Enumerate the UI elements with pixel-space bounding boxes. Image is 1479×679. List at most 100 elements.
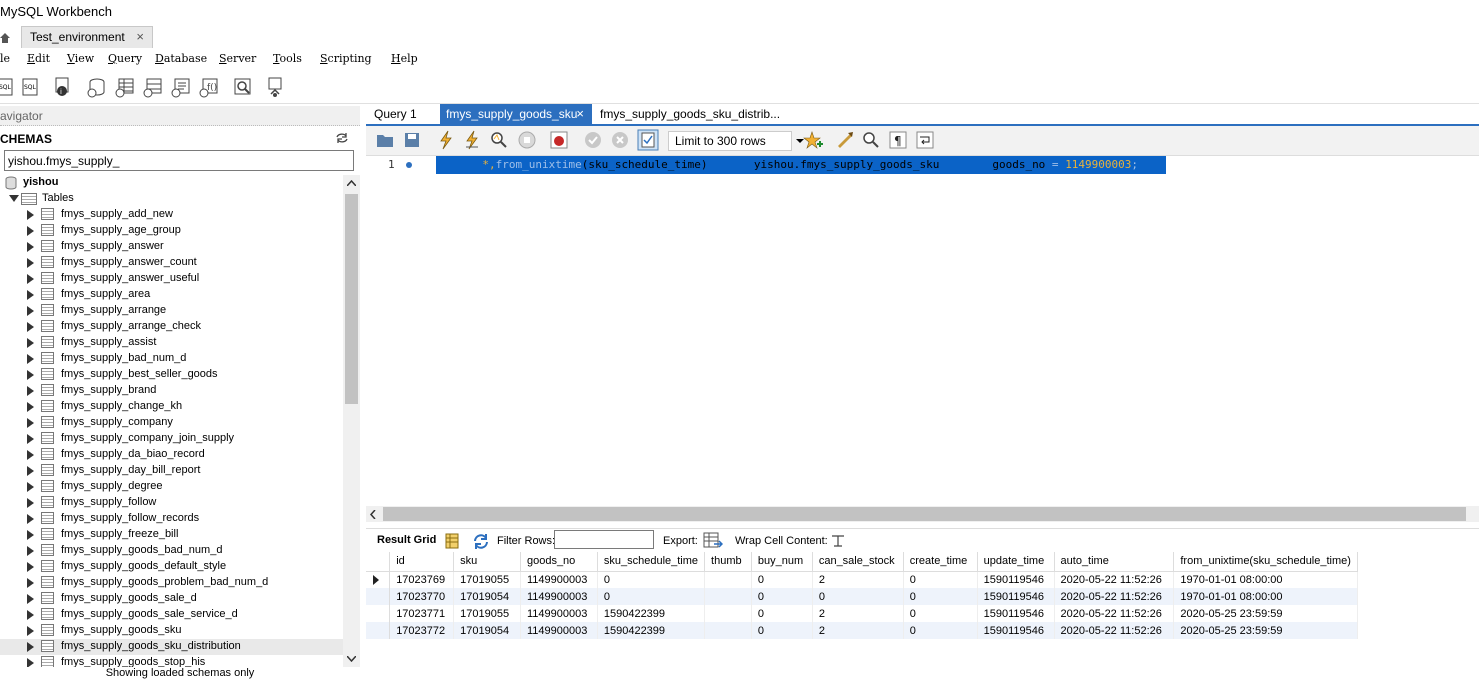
table-cell[interactable]: 0 — [903, 605, 978, 622]
expand-arrow-icon[interactable] — [27, 290, 34, 300]
table-cell[interactable]: 1590119546 — [977, 588, 1055, 605]
table-item[interactable]: fmys_supply_company_join_supply — [0, 431, 343, 447]
table-cell[interactable] — [704, 588, 752, 605]
table-item[interactable]: fmys_supply_assist — [0, 335, 343, 351]
table-row[interactable]: 17023771 17019055 1149900003 1590422399 0 2 0 1… — [366, 605, 1358, 622]
create-view-icon[interactable] — [142, 76, 164, 98]
table-cell[interactable]: 1590119546 — [977, 605, 1055, 622]
table-cell[interactable]: 0 — [751, 605, 813, 622]
table-item[interactable]: fmys_supply_arrange — [0, 303, 343, 319]
expand-arrow-icon[interactable] — [27, 322, 34, 332]
table-cell[interactable]: 2 — [812, 622, 904, 639]
expand-arrow-icon[interactable] — [27, 594, 34, 604]
create-function-icon[interactable]: f() — [198, 76, 220, 98]
sql-editor[interactable] — [366, 156, 1479, 506]
editor-hscroll-thumb[interactable] — [383, 507, 1466, 521]
column-header[interactable]: buy_num — [751, 552, 813, 572]
table-cell[interactable]: 2020-05-22 11:52:26 — [1054, 571, 1175, 588]
open-folder-icon[interactable] — [376, 132, 394, 148]
execute-icon[interactable] — [438, 130, 454, 150]
table-cell[interactable]: 2020-05-22 11:52:26 — [1054, 622, 1175, 639]
table-cell[interactable]: 0 — [812, 588, 904, 605]
table-cell[interactable]: 1590119546 — [977, 622, 1055, 639]
row-header[interactable] — [366, 588, 391, 605]
column-header[interactable]: update_time — [977, 552, 1055, 572]
table-cell[interactable]: 1590422399 — [597, 622, 706, 639]
expand-arrow-icon[interactable] — [27, 482, 34, 492]
expand-arrow-icon[interactable] — [27, 546, 34, 556]
column-header[interactable]: auto_time — [1054, 552, 1175, 572]
menu-file[interactable]: le — [0, 52, 10, 65]
menu-view[interactable]: View — [67, 52, 94, 65]
table-cell[interactable]: 17023770 — [389, 588, 455, 605]
expand-arrow-icon[interactable] — [27, 226, 34, 236]
menu-tools[interactable]: Tools — [273, 52, 302, 65]
table-cell[interactable]: 17023772 — [389, 622, 455, 639]
table-cell[interactable]: 2 — [812, 605, 904, 622]
table-item[interactable]: fmys_supply_freeze_bill — [0, 527, 343, 543]
table-cell[interactable]: 2020-05-22 11:52:26 — [1054, 605, 1175, 622]
column-header[interactable]: id — [389, 552, 455, 572]
table-item[interactable]: fmys_supply_follow — [0, 495, 343, 511]
create-procedure-icon[interactable] — [170, 76, 192, 98]
create-table-icon[interactable] — [114, 76, 136, 98]
expand-arrow-icon[interactable] — [27, 370, 34, 380]
close-icon[interactable]: × — [576, 106, 584, 121]
table-cell[interactable]: 0 — [903, 622, 978, 639]
scroll-up-icon[interactable] — [347, 180, 356, 186]
menu-query[interactable]: Query — [108, 52, 142, 65]
expand-arrow-icon[interactable] — [27, 530, 34, 540]
column-header[interactable]: thumb — [704, 552, 752, 572]
table-item[interactable]: fmys_supply_answer — [0, 239, 343, 255]
table-cell[interactable]: 1590422399 — [597, 605, 706, 622]
table-cell[interactable] — [704, 622, 752, 639]
table-cell[interactable]: 1149900003 — [520, 571, 598, 588]
expand-arrow-icon[interactable] — [27, 626, 34, 636]
expand-arrow-icon[interactable] — [27, 418, 34, 428]
table-item[interactable]: fmys_supply_arrange_check — [0, 319, 343, 335]
table-cell[interactable]: 1970-01-01 08:00:00 — [1173, 571, 1358, 588]
expand-arrow-icon[interactable] — [9, 195, 19, 202]
table-item[interactable]: fmys_supply_goods_sku — [0, 623, 343, 639]
commit-icon[interactable] — [584, 131, 602, 149]
table-cell[interactable]: 2020-05-25 23:59:59 — [1173, 622, 1358, 639]
reconnect-icon[interactable] — [264, 76, 286, 98]
table-cell[interactable]: 17019055 — [453, 571, 521, 588]
menu-scripting[interactable]: Scripting — [320, 52, 372, 65]
expand-arrow-icon[interactable] — [27, 578, 34, 588]
beautify-icon[interactable] — [836, 131, 854, 149]
tab-query-1[interactable]: Query 1 — [368, 104, 423, 126]
expand-arrow-icon[interactable] — [27, 386, 34, 396]
table-cell[interactable]: 0 — [751, 588, 813, 605]
search-table-data-icon[interactable] — [232, 76, 254, 98]
row-header[interactable] — [366, 605, 391, 622]
tab-fmys-supply-goods-sku[interactable]: fmys_supply_goods_sku × — [440, 104, 592, 126]
expand-arrow-icon[interactable] — [27, 402, 34, 412]
expand-arrow-icon[interactable] — [27, 354, 34, 364]
table-cell[interactable] — [704, 605, 752, 622]
table-item[interactable]: fmys_supply_best_seller_goods — [0, 367, 343, 383]
table-row[interactable]: 17023770 17019054 1149900003 0 0 0 0 1590119546… — [366, 588, 1358, 605]
table-item[interactable]: fmys_supply_goods_default_style — [0, 559, 343, 575]
refresh-results-icon[interactable] — [472, 533, 490, 549]
filter-rows-input[interactable] — [554, 530, 654, 549]
result-grid-label[interactable]: Result Grid — [377, 534, 436, 546]
table-item[interactable]: fmys_supply_area — [0, 287, 343, 303]
tab-fmys-supply-goods-sku-distrib[interactable]: fmys_supply_goods_sku_distrib... — [594, 104, 786, 126]
expand-arrow-icon[interactable] — [27, 258, 34, 268]
expand-arrow-icon[interactable] — [27, 514, 34, 524]
expand-arrow-icon[interactable] — [27, 434, 34, 444]
table-item[interactable]: fmys_supply_bad_num_d — [0, 351, 343, 367]
explain-icon[interactable] — [490, 131, 508, 149]
column-header[interactable]: create_time — [903, 552, 978, 572]
schema-inspector-icon[interactable]: i — [52, 76, 74, 98]
table-item[interactable]: fmys_supply_add_new — [0, 207, 343, 223]
grid-view-icon[interactable] — [445, 533, 459, 549]
row-header[interactable] — [366, 571, 391, 588]
table-cell[interactable]: 0 — [597, 571, 706, 588]
limit-rows-select[interactable]: Limit to 300 rows — [668, 131, 792, 151]
export-icon[interactable] — [703, 532, 723, 550]
table-cell[interactable]: 17019054 — [453, 622, 521, 639]
expand-arrow-icon[interactable] — [27, 562, 34, 572]
invisible-chars-icon[interactable]: ¶ — [889, 131, 907, 149]
